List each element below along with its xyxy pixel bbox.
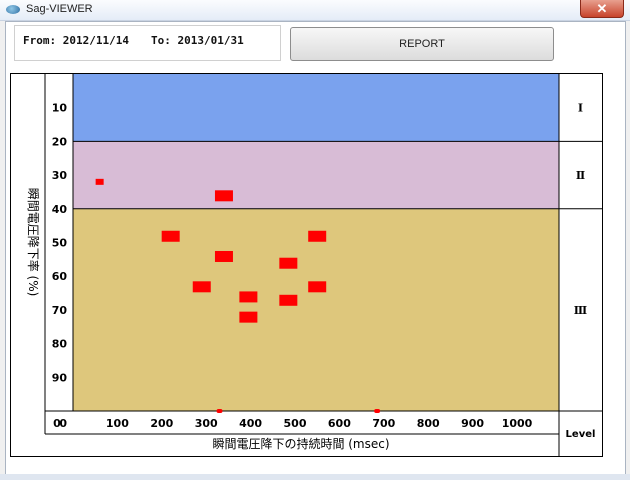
x-tick-label: 1000 <box>502 417 533 430</box>
data-point <box>279 294 298 306</box>
window-title: Sag-VIEWER <box>26 3 93 15</box>
level-label-3: Ⅲ <box>574 304 587 317</box>
data-point <box>214 190 233 202</box>
x-tick-label: 400 <box>239 417 262 430</box>
data-point <box>216 409 223 413</box>
x-tick-label: 200 <box>150 417 173 430</box>
data-point <box>161 230 180 242</box>
y-axis-title: 瞬間電圧降下率 (%) <box>26 188 41 297</box>
y-tick-label: 90 <box>52 371 68 384</box>
level-label-1: Ⅰ <box>578 102 583 115</box>
y-tick-label: 50 <box>52 237 68 250</box>
band-level-2 <box>73 141 559 209</box>
x-tick-label: 0 <box>53 417 61 430</box>
close-button[interactable]: ✕ <box>580 0 624 18</box>
y-tick-label: 70 <box>52 304 68 317</box>
data-point <box>308 281 327 293</box>
y-tick-label: 80 <box>52 338 68 351</box>
level-label-2: Ⅱ <box>576 169 585 182</box>
from-date: From: 2012/11/14 <box>23 34 129 47</box>
x-tick-label: 500 <box>284 417 307 430</box>
y-tick-label: 20 <box>52 135 68 148</box>
data-point <box>374 409 381 413</box>
report-button[interactable]: REPORT <box>290 27 554 61</box>
x-tick-label: 100 <box>106 417 129 430</box>
y-tick-label: 10 <box>52 102 68 115</box>
data-point <box>214 250 233 262</box>
x-tick-label: 700 <box>372 417 395 430</box>
title-bar: Sag-VIEWER ✕ <box>0 0 630 21</box>
band-level-1 <box>73 74 559 142</box>
data-point <box>192 281 211 293</box>
data-point <box>239 311 258 323</box>
x-axis-title: 瞬間電圧降下の持続時間 (msec) <box>212 436 389 451</box>
x-tick-label: 300 <box>195 417 218 430</box>
x-tick-label: 600 <box>328 417 351 430</box>
y-tick-label: 30 <box>52 169 68 182</box>
x-tick-label: 800 <box>417 417 440 430</box>
level-bands <box>73 74 559 411</box>
y-tick-label: 40 <box>52 203 68 216</box>
app-icon <box>6 5 20 14</box>
y-tick-label: 60 <box>52 270 68 283</box>
data-point <box>95 178 104 185</box>
chart-frame: Ⅰ Ⅱ Ⅲ 10 20 30 40 50 60 70 80 90 0 0 100 200 300 400 500 60… <box>10 73 603 457</box>
window-bottom-edge <box>0 474 630 480</box>
sag-chart: Ⅰ Ⅱ Ⅲ 10 20 30 40 50 60 70 80 900 0 100 200 300 400 500 60… <box>26 74 602 456</box>
to-date: To: 2013/01/31 <box>151 34 244 47</box>
date-range-box: From: 2012/11/14 To: 2013/01/31 <box>14 25 281 61</box>
data-point <box>279 257 298 269</box>
level-header: Level <box>566 429 596 440</box>
data-point <box>239 291 258 303</box>
x-tick-label: 900 <box>461 417 484 430</box>
data-point <box>308 230 327 242</box>
